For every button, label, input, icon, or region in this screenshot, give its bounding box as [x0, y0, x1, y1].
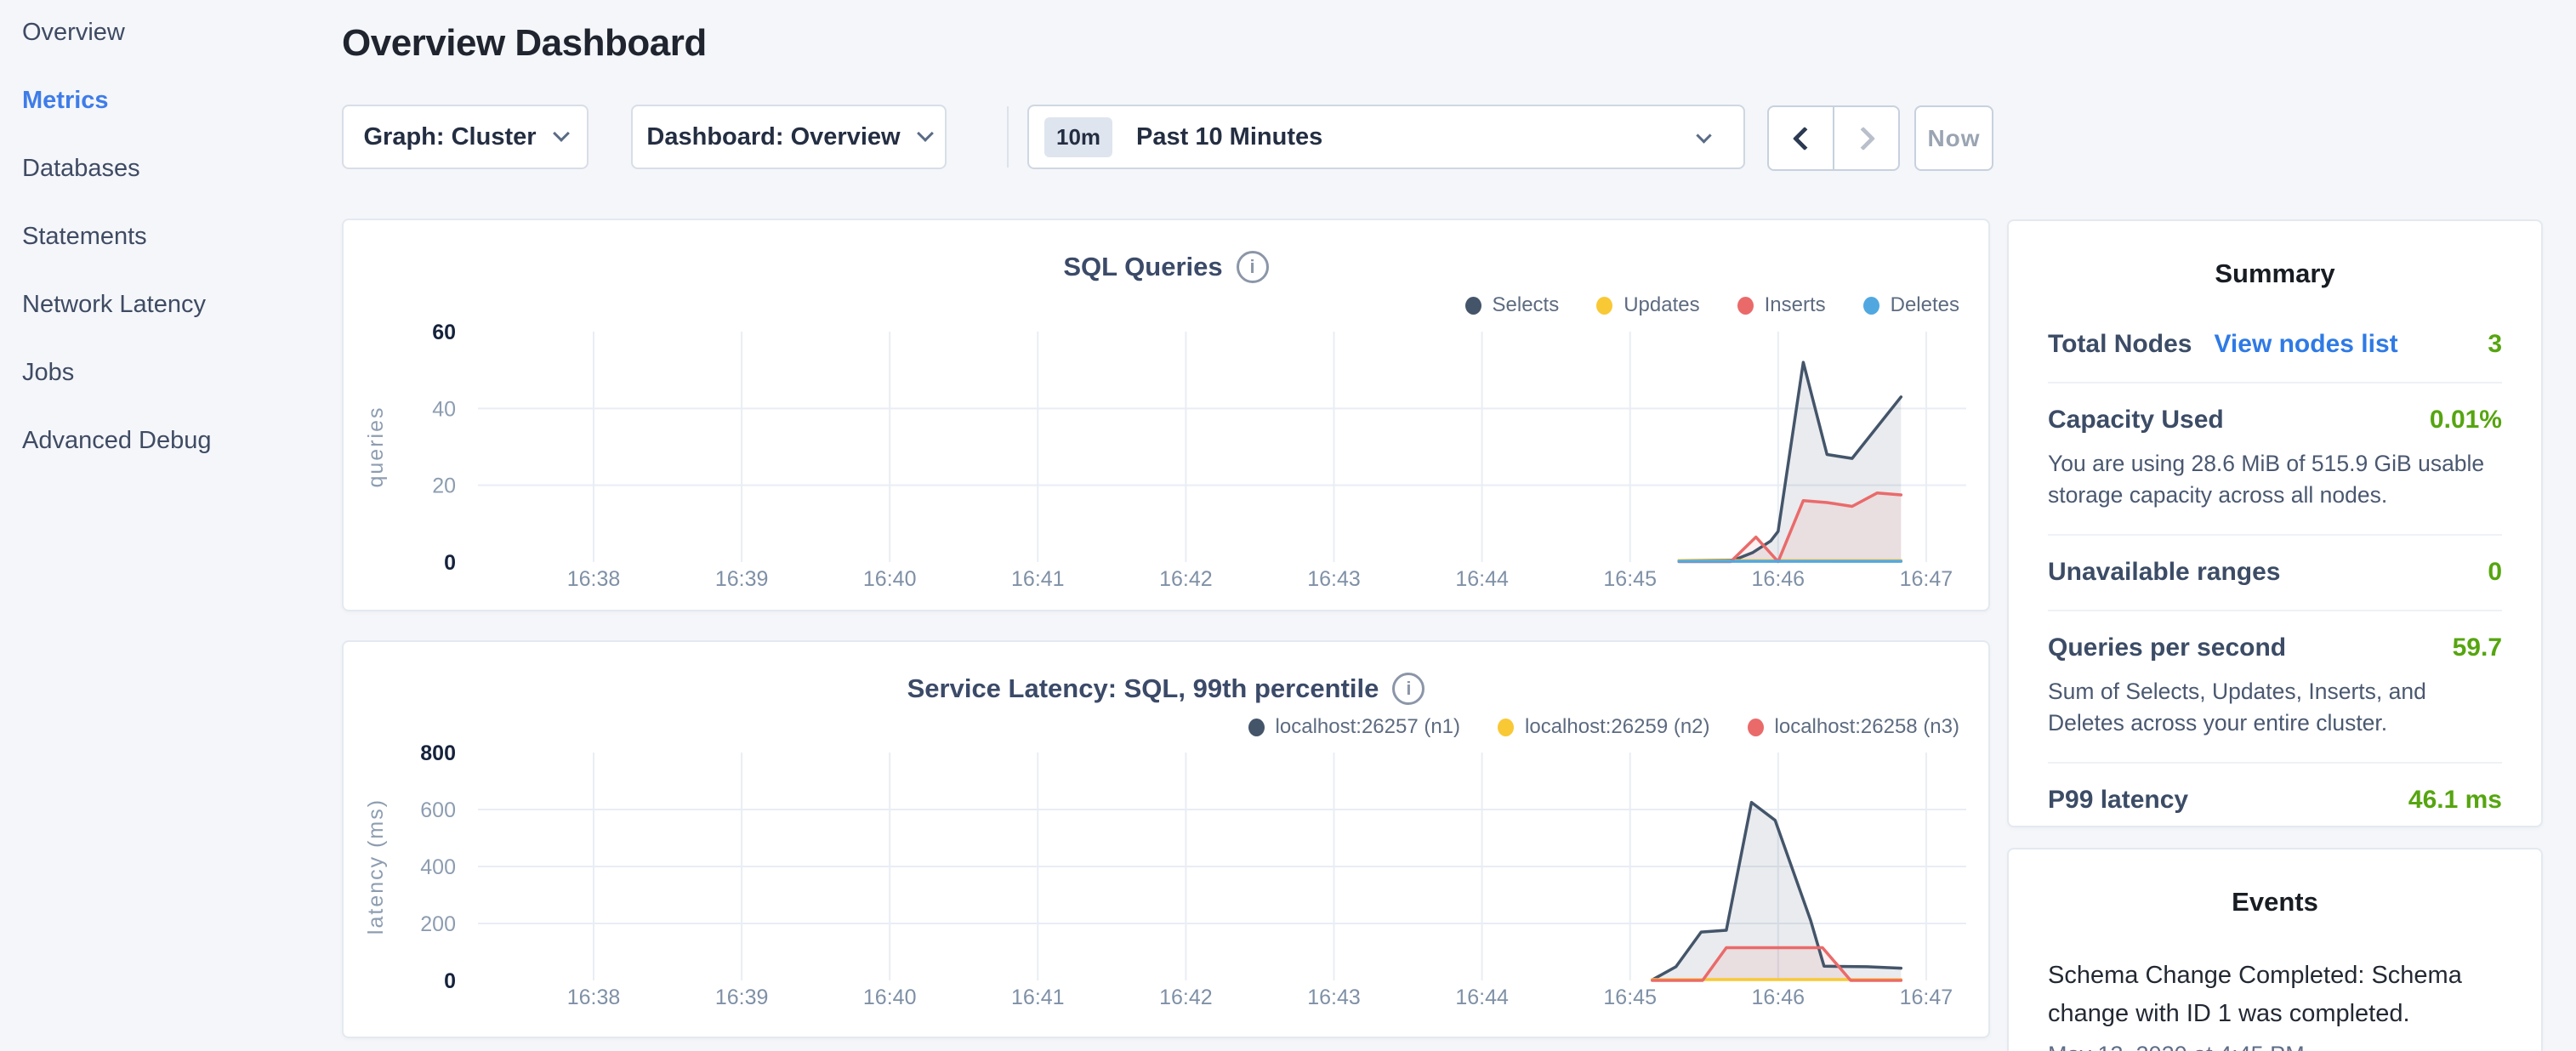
event-item: Schema Change Completed: Schema change w…: [2048, 957, 2502, 1051]
sql-queries-chart: 16:38 16:39 16:40 16:41 16:42 16:43 16:44 16:45…: [344, 220, 1992, 610]
svg-text:16:46: 16:46: [1752, 567, 1805, 591]
sidebar-item-statements[interactable]: Statements: [22, 219, 147, 253]
graph-scope-dropdown[interactable]: Graph: Cluster: [342, 105, 589, 169]
sidebar-item-metrics[interactable]: Metrics: [22, 83, 109, 117]
summary-panel: Summary Total Nodes View nodes list 3 Capac…: [2007, 219, 2543, 827]
svg-text:16:45: 16:45: [1603, 986, 1657, 1009]
sidebar-item-overview[interactable]: Overview: [22, 15, 125, 49]
events-title: Events: [2009, 849, 2541, 917]
graph-scope-dropdown-label: Graph: Cluster: [363, 123, 536, 151]
summary-stat-row: Capacity Used 0.01% You are using 28.6 MiB…: [2048, 383, 2502, 536]
time-range-badge: 10m: [1044, 117, 1112, 157]
sql-queries-chart-card: SQL Queries i SelectsUpdatesInsertsDelet…: [342, 219, 1990, 611]
sidebar-item-advanced-debug[interactable]: Advanced Debug: [22, 423, 212, 457]
summary-stat-row: Queries per second 59.7 Sum of Selects, Up…: [2048, 611, 2502, 764]
chevron-down-icon: [917, 125, 934, 142]
svg-text:16:44: 16:44: [1455, 986, 1509, 1009]
svg-text:16:39: 16:39: [715, 567, 769, 591]
page-title: Overview Dashboard: [342, 22, 707, 65]
summary-stat-row: Total Nodes View nodes list 3: [2048, 308, 2502, 383]
svg-text:16:41: 16:41: [1011, 986, 1065, 1009]
svg-text:16:47: 16:47: [1900, 986, 1953, 1009]
svg-text:200: 200: [420, 912, 456, 936]
events-panel: Events Schema Change Completed: Schema c…: [2007, 848, 2543, 1051]
sidebar-item-jobs[interactable]: Jobs: [22, 355, 74, 389]
svg-text:latency (ms): latency (ms): [364, 798, 388, 935]
dashboard-dropdown[interactable]: Dashboard: Overview: [631, 105, 947, 169]
view-nodes-list-link[interactable]: View nodes list: [2214, 330, 2397, 359]
svg-text:16:43: 16:43: [1307, 986, 1361, 1009]
svg-text:queries: queries: [364, 406, 388, 488]
time-range-selector[interactable]: 10m Past 10 Minutes: [1027, 105, 1745, 169]
svg-text:0: 0: [444, 969, 456, 993]
svg-text:800: 800: [420, 741, 456, 765]
stat-description: Sum of Selects, Updates, Inserts, and De…: [2048, 676, 2502, 739]
svg-text:16:47: 16:47: [1900, 567, 1953, 591]
stat-value: 0.01%: [2430, 406, 2502, 435]
service-latency-chart-card: Service Latency: SQL, 99th percentile i …: [342, 640, 1990, 1038]
svg-text:16:38: 16:38: [567, 986, 621, 1009]
svg-text:16:38: 16:38: [567, 567, 621, 591]
svg-text:400: 400: [420, 855, 456, 879]
summary-stat-row: P99 latency 46.1 ms: [2048, 764, 2502, 838]
time-forward-button[interactable]: [1833, 107, 1898, 169]
svg-text:600: 600: [420, 798, 456, 822]
svg-text:16:40: 16:40: [863, 986, 917, 1009]
svg-text:16:40: 16:40: [863, 567, 917, 591]
stat-value: 0: [2488, 558, 2502, 587]
toolbar-divider: [1007, 106, 1009, 168]
service-latency-chart: 16:38 16:39 16:40 16:41 16:42 16:43 16:44 16:45…: [344, 642, 1992, 1037]
svg-text:60: 60: [432, 321, 456, 344]
svg-text:16:39: 16:39: [715, 986, 769, 1009]
stat-label: P99 latency: [2048, 786, 2188, 815]
sidebar-item-network-latency[interactable]: Network Latency: [22, 287, 206, 321]
svg-text:40: 40: [432, 397, 456, 421]
stat-label: Total Nodes: [2048, 330, 2192, 359]
svg-text:16:42: 16:42: [1159, 986, 1213, 1009]
dashboard-dropdown-label: Dashboard: Overview: [646, 123, 900, 151]
summary-title: Summary: [2009, 221, 2541, 289]
event-timestamp: May 13, 2020 at 4:45 PM: [2048, 1042, 2502, 1051]
time-back-button[interactable]: [1769, 107, 1833, 169]
svg-text:16:43: 16:43: [1307, 567, 1361, 591]
stat-description: You are using 28.6 MiB of 515.9 GiB usab…: [2048, 448, 2502, 511]
time-range-arrows: [1767, 105, 1900, 171]
sidebar: Overview Metrics Databases Statements Networ…: [0, 0, 340, 1051]
svg-text:16:44: 16:44: [1455, 567, 1509, 591]
svg-text:0: 0: [444, 551, 456, 575]
svg-text:16:41: 16:41: [1011, 567, 1065, 591]
stat-label: Queries per second: [2048, 633, 2286, 662]
chevron-left-icon: [1792, 126, 1816, 150]
chevron-right-icon: [1851, 126, 1874, 150]
svg-text:16:45: 16:45: [1603, 567, 1657, 591]
stat-value: 59.7: [2453, 633, 2502, 662]
stat-value: 3: [2488, 330, 2502, 359]
summary-stat-row: Unavailable ranges 0: [2048, 536, 2502, 611]
event-text: Schema Change Completed: Schema change w…: [2048, 957, 2502, 1033]
sidebar-item-databases[interactable]: Databases: [22, 151, 140, 185]
time-range-label: Past 10 Minutes: [1136, 123, 1322, 151]
svg-text:16:46: 16:46: [1752, 986, 1805, 1009]
now-button[interactable]: Now: [1914, 105, 1993, 171]
chevron-down-icon: [553, 125, 570, 142]
chevron-down-icon: [1696, 128, 1711, 143]
svg-text:16:42: 16:42: [1159, 567, 1213, 591]
stat-value: 46.1 ms: [2408, 786, 2502, 815]
svg-text:20: 20: [432, 474, 456, 498]
stat-label: Capacity Used: [2048, 406, 2224, 435]
stat-label: Unavailable ranges: [2048, 558, 2280, 587]
